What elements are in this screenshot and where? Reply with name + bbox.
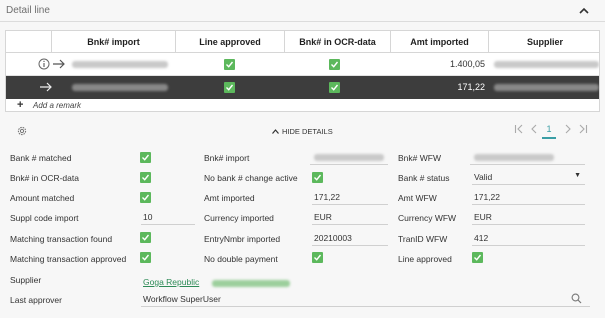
- bnk-import-redacted: [314, 154, 384, 161]
- grid-header: Bnk# import Line approved Bnk# in OCR-da…: [6, 31, 599, 53]
- matching-transaction-found-label: Matching transaction found: [10, 234, 113, 244]
- bnk-in-ocr-checkbox[interactable]: [329, 82, 340, 93]
- currency-imported-label: Currency imported: [204, 213, 274, 223]
- tranid-wfw-field[interactable]: 412: [472, 230, 585, 246]
- last-page-icon[interactable]: [578, 123, 588, 138]
- bank-status-label: Bank # status: [398, 173, 450, 183]
- last-approver-field[interactable]: Workflow SuperUser: [141, 291, 590, 307]
- bank-matched-checkbox[interactable]: [140, 152, 151, 163]
- currency-wfw-label: Currency WFW: [398, 213, 457, 223]
- info-icon[interactable]: [38, 58, 50, 72]
- bnk-in-ocr-label: Bnk# in OCR-data: [10, 173, 79, 183]
- column-header-bnk-in-ocr[interactable]: Bnk# in OCR-data: [284, 31, 390, 53]
- hide-details-button[interactable]: HIDE DETAILS: [272, 127, 333, 136]
- matching-transaction-approved-checkbox[interactable]: [140, 252, 151, 263]
- bnk-wfw-field[interactable]: [470, 149, 585, 165]
- supplier-link[interactable]: Goga Republic: [143, 277, 199, 287]
- hide-details-label: HIDE DETAILS: [282, 127, 333, 136]
- matching-transaction-approved-label: Matching transaction approved: [10, 254, 127, 264]
- bank-matched-label: Bank # matched: [10, 153, 72, 163]
- prev-page-icon[interactable]: [530, 123, 538, 138]
- line-approved-label: Line approved: [398, 254, 452, 264]
- no-double-payment-checkbox[interactable]: [312, 252, 323, 263]
- first-page-icon[interactable]: [514, 123, 524, 138]
- detail-lines-grid: Bnk# import Line approved Bnk# in OCR-da…: [5, 30, 600, 112]
- gear-icon[interactable]: [16, 125, 28, 139]
- pager: 1: [514, 123, 594, 139]
- last-approver-label: Last approver: [10, 295, 62, 305]
- matching-transaction-found-checkbox[interactable]: [140, 232, 151, 243]
- current-page[interactable]: 1: [542, 123, 556, 139]
- arrow-right-icon[interactable]: [52, 59, 66, 71]
- suppl-code-import-label: Suppl code import: [10, 213, 79, 223]
- supplier-redacted: [494, 61, 599, 68]
- bnk-in-ocr-checkbox[interactable]: [329, 59, 340, 70]
- amount-cell: 1.400,05: [449, 59, 485, 69]
- add-remark-link[interactable]: Add a remark: [33, 101, 81, 110]
- no-bank-change-checkbox[interactable]: [312, 172, 323, 183]
- add-remark-row: + Add a remark: [6, 99, 599, 111]
- amount-matched-checkbox[interactable]: [140, 192, 151, 203]
- supplier-name-redacted: [212, 280, 290, 287]
- amt-wfw-field[interactable]: 171,22: [472, 189, 585, 205]
- details-toolbar: HIDE DETAILS 1: [0, 120, 605, 142]
- currency-imported-value: EUR: [314, 212, 332, 222]
- currency-imported-field[interactable]: EUR: [312, 209, 388, 225]
- bnk-in-ocr-detail-checkbox[interactable]: [140, 172, 151, 183]
- tranid-wfw-label: TranID WFW: [398, 234, 448, 244]
- amt-wfw-value: 171,22: [474, 192, 500, 202]
- caret-down-icon: ▼: [574, 172, 581, 179]
- no-double-payment-label: No double payment: [204, 254, 278, 264]
- column-header-supplier[interactable]: Supplier: [488, 31, 599, 53]
- amt-wfw-label: Amt WFW: [398, 193, 437, 203]
- amount-cell: 171,22: [457, 82, 485, 92]
- bank-status-value: Valid: [474, 172, 493, 182]
- currency-wfw-value: EUR: [474, 212, 492, 222]
- supplier-label: Supplier: [10, 275, 42, 285]
- bnk-import-redacted: [72, 61, 168, 68]
- no-bank-change-label: No bank # change active: [204, 173, 298, 183]
- line-approved-checkbox[interactable]: [224, 59, 235, 70]
- next-page-icon[interactable]: [564, 123, 572, 138]
- detail-line-panel: Detail line Bnk# import Line approved Bn…: [0, 0, 605, 318]
- line-approved-detail-checkbox[interactable]: [472, 252, 483, 263]
- entrynmbr-imported-field[interactable]: 20210003: [312, 230, 388, 246]
- suppl-code-import-field[interactable]: 10: [141, 209, 195, 225]
- entrynmbr-imported-label: EntryNmbr imported: [204, 234, 281, 244]
- chevron-up-icon: [272, 127, 279, 136]
- column-header-bnk-import[interactable]: Bnk# import: [51, 31, 175, 53]
- panel-header: Detail line: [0, 0, 605, 22]
- search-icon[interactable]: [571, 293, 582, 306]
- amt-imported-field[interactable]: 171,22: [312, 189, 388, 205]
- bnk-import-field[interactable]: [310, 149, 388, 165]
- table-row-selected[interactable]: 171,22: [6, 76, 599, 99]
- line-approved-checkbox[interactable]: [224, 82, 235, 93]
- bank-status-select[interactable]: Valid ▼: [472, 169, 585, 185]
- panel-title: Detail line: [6, 5, 50, 16]
- column-header-amt-imported[interactable]: Amt imported: [390, 31, 488, 53]
- plus-icon[interactable]: +: [17, 99, 23, 111]
- amt-imported-label: Amt imported: [204, 193, 255, 203]
- entrynmbr-imported-value: 20210003: [314, 233, 352, 243]
- supplier-redacted: [494, 84, 599, 91]
- currency-wfw-field[interactable]: EUR: [472, 209, 585, 225]
- column-header-line-approved[interactable]: Line approved: [175, 31, 284, 53]
- suppl-code-import-value: 10: [143, 212, 153, 222]
- arrow-right-icon[interactable]: [39, 82, 53, 94]
- chevron-up-icon[interactable]: [577, 4, 591, 18]
- bnk-import-label: Bnk# import: [204, 153, 250, 163]
- last-approver-value: Workflow SuperUser: [143, 294, 221, 304]
- bnk-import-redacted: [72, 84, 168, 91]
- table-row[interactable]: 1.400,05: [6, 53, 599, 76]
- bnk-wfw-label: Bnk# WFW: [398, 153, 441, 163]
- tranid-wfw-value: 412: [474, 233, 489, 243]
- bnk-wfw-redacted: [474, 154, 554, 161]
- amt-imported-value: 171,22: [314, 192, 340, 202]
- amount-matched-label: Amount matched: [10, 193, 75, 203]
